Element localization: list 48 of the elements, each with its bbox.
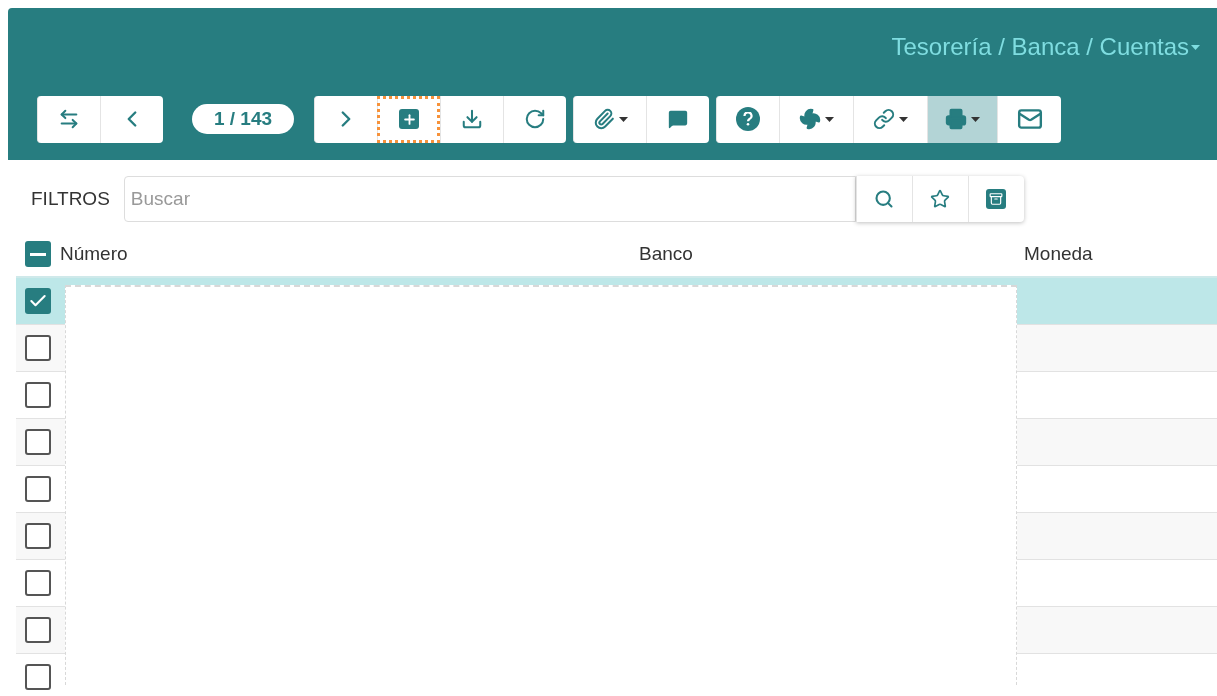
column-header[interactable]: Moneda <box>1024 239 1093 269</box>
refresh-icon <box>524 108 546 130</box>
toolbar-button[interactable] <box>927 95 997 143</box>
caret-icon <box>618 116 628 122</box>
toolbar-button[interactable] <box>37 95 100 143</box>
pager[interactable]: 1 / 143 <box>192 104 294 134</box>
toolbar-button[interactable] <box>440 95 503 143</box>
checkbox[interactable] <box>25 617 51 643</box>
checkbox[interactable] <box>25 664 51 690</box>
toolbar-button[interactable] <box>853 95 927 143</box>
toolbar-button[interactable] <box>100 95 163 143</box>
checkbox[interactable] <box>25 335 51 361</box>
fan-icon <box>799 108 821 130</box>
toolbar-button[interactable] <box>377 95 440 143</box>
toolbar-button[interactable] <box>716 95 779 143</box>
toolbar-button[interactable] <box>314 95 377 143</box>
archive-icon <box>986 188 1007 209</box>
checkbox[interactable] <box>25 241 51 267</box>
checkbox[interactable] <box>25 570 51 596</box>
caret-icon <box>899 116 908 122</box>
download-icon <box>461 108 483 130</box>
toolbar-button[interactable] <box>779 95 853 143</box>
star-icon <box>930 188 951 209</box>
mail-icon <box>1016 106 1043 132</box>
checkbox[interactable] <box>25 476 51 502</box>
toolbar-button[interactable] <box>503 95 566 143</box>
swap-arrows-icon <box>58 108 80 130</box>
search-field[interactable]: Buscar <box>123 175 856 222</box>
checkbox[interactable] <box>25 523 51 549</box>
plus-square-icon <box>399 109 419 129</box>
paperclip-icon <box>592 108 615 130</box>
caret-icon <box>825 116 834 122</box>
checkbox[interactable] <box>25 288 51 314</box>
toolbar-button[interactable] <box>997 95 1061 143</box>
toolbar-button[interactable] <box>573 95 646 143</box>
column-header[interactable]: Número <box>60 239 639 269</box>
toolbar-button[interactable] <box>646 95 709 143</box>
link-icon <box>873 108 895 130</box>
checkbox[interactable] <box>25 429 51 455</box>
caret-icon <box>1191 44 1200 50</box>
filters-label: FILTROS <box>31 187 110 212</box>
minus-icon <box>30 252 46 256</box>
checkbox[interactable] <box>25 382 51 408</box>
help-icon <box>736 107 760 131</box>
column-header[interactable]: Banco <box>639 239 1024 269</box>
comment-icon <box>667 108 689 130</box>
search-icon <box>874 188 895 209</box>
caret-icon <box>971 116 980 122</box>
